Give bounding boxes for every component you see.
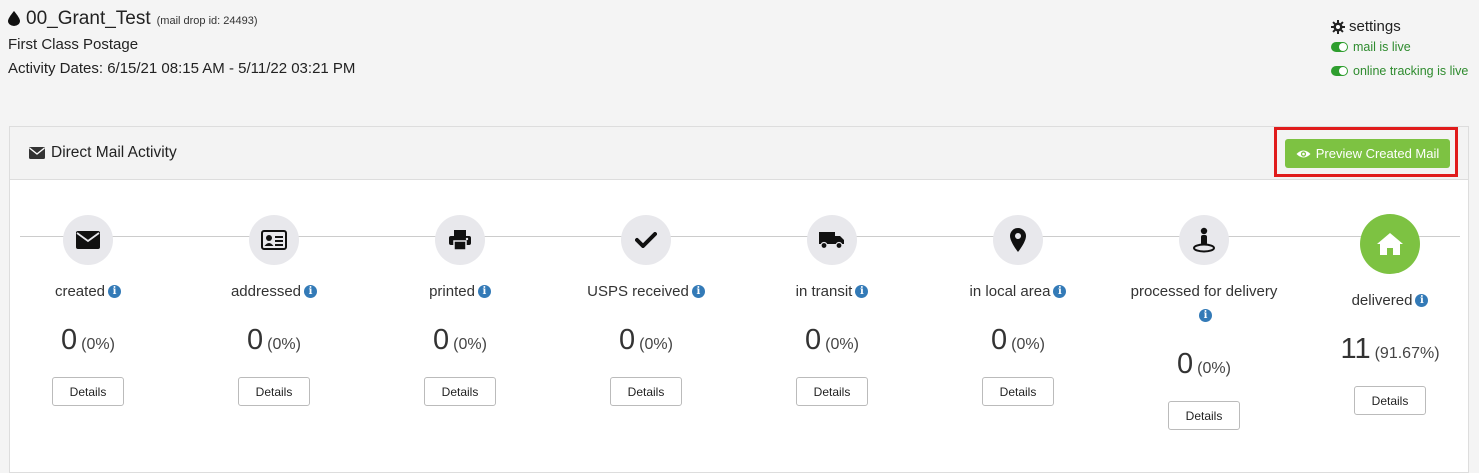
- info-icon[interactable]: i: [1053, 284, 1067, 298]
- info-icon[interactable]: i: [1199, 308, 1212, 322]
- count-value: 0: [433, 324, 450, 356]
- address-card-icon: [261, 230, 287, 250]
- settings-label: settings: [1349, 18, 1401, 35]
- step-label: in transit: [795, 283, 853, 300]
- step-icon-circle: [249, 215, 299, 265]
- step-count: 0 (0%): [925, 324, 1111, 357]
- envelope-icon: [76, 231, 100, 249]
- count-value: 0: [247, 324, 264, 356]
- toggle-on-icon: [1331, 65, 1348, 76]
- count-percent: (91.67%): [1374, 345, 1440, 362]
- details-button[interactable]: Details: [424, 377, 496, 406]
- info-icon[interactable]: i: [1415, 293, 1429, 307]
- mail-live-toggle[interactable]: mail is live: [1331, 35, 1471, 59]
- mail-drop-header: 00_Grant_Test (mail drop id: 24493) Firs…: [8, 8, 355, 77]
- settings-link[interactable]: settings: [1331, 18, 1471, 35]
- step-delivered: delivered i 11 (91.67%) Details: [1297, 214, 1479, 415]
- details-button[interactable]: Details: [238, 377, 310, 406]
- step-usps-received: USPS received i 0 (0%) Details: [553, 215, 739, 406]
- checkmark-icon: [635, 232, 657, 248]
- step-label: addressed: [230, 283, 302, 300]
- info-icon[interactable]: i: [855, 284, 869, 298]
- map-marker-icon: [1010, 228, 1026, 252]
- count-value: 11: [1340, 333, 1371, 365]
- info-icon[interactable]: i: [108, 284, 122, 298]
- panel-header: Direct Mail Activity Preview Created Mai…: [10, 127, 1468, 180]
- truck-icon: [819, 232, 844, 249]
- count-percent: (0%): [825, 336, 859, 353]
- panel-title: Direct Mail Activity: [51, 144, 177, 161]
- info-icon[interactable]: i: [477, 284, 491, 298]
- step-count: 0 (0%): [0, 324, 181, 357]
- step-count: 0 (0%): [181, 324, 367, 357]
- preview-button-label: Preview Created Mail: [1315, 146, 1440, 161]
- tracking-live-toggle[interactable]: online tracking is live: [1331, 59, 1471, 83]
- step-icon-circle: [1360, 214, 1420, 274]
- count-value: 0: [61, 324, 78, 356]
- step-addressed: addressed i 0 (0%) Details: [181, 215, 367, 406]
- step-created: created i 0 (0%) Details: [0, 215, 181, 406]
- step-count: 0 (0%): [1111, 348, 1297, 381]
- step-in-local-area: in local area i 0 (0%) Details: [925, 215, 1111, 406]
- home-icon: [1377, 233, 1403, 255]
- step-count: 0 (0%): [739, 324, 925, 357]
- count-percent: (0%): [639, 336, 673, 353]
- step-icon-circle: [993, 215, 1043, 265]
- step-label: delivered: [1351, 292, 1413, 309]
- preview-created-mail-button[interactable]: Preview Created Mail: [1285, 139, 1450, 168]
- mail-drop-title: 00_Grant_Test: [26, 8, 151, 29]
- street-view-icon: [1193, 227, 1215, 253]
- step-icon-circle: [435, 215, 485, 265]
- step-in-transit: in transit i 0 (0%) Details: [739, 215, 925, 406]
- count-percent: (0%): [81, 336, 115, 353]
- step-count: 0 (0%): [553, 324, 739, 357]
- step-icon-circle: [63, 215, 113, 265]
- step-count: 0 (0%): [367, 324, 553, 357]
- details-button[interactable]: Details: [610, 377, 682, 406]
- settings-panel: settings mail is live online tracking is…: [1331, 18, 1471, 83]
- gear-icon: [1331, 19, 1345, 34]
- count-value: 0: [805, 324, 822, 356]
- tracking-live-label: online tracking is live: [1353, 64, 1469, 78]
- count-value: 0: [1177, 348, 1194, 380]
- step-label: in local area: [969, 283, 1051, 300]
- printer-icon: [449, 230, 471, 250]
- step-count: 11 (91.67%): [1297, 333, 1479, 366]
- step-icon-circle: [1179, 215, 1229, 265]
- step-label: USPS received: [587, 283, 689, 300]
- step-label: printed: [429, 283, 475, 300]
- details-button[interactable]: Details: [796, 377, 868, 406]
- count-value: 0: [619, 324, 636, 356]
- step-label: processed for delivery: [1130, 283, 1278, 300]
- direct-mail-activity-panel: Direct Mail Activity Preview Created Mai…: [9, 126, 1469, 473]
- count-value: 0: [991, 324, 1008, 356]
- water-drop-icon: [8, 11, 20, 26]
- count-percent: (0%): [453, 336, 487, 353]
- count-percent: (0%): [267, 336, 301, 353]
- step-label: created: [54, 283, 106, 300]
- info-icon[interactable]: i: [691, 284, 705, 298]
- eye-icon: [1296, 150, 1311, 157]
- step-printed: printed i 0 (0%) Details: [367, 215, 553, 406]
- details-button[interactable]: Details: [1354, 386, 1426, 415]
- step-icon-circle: [621, 215, 671, 265]
- mail-drop-id: (mail drop id: 24493): [156, 15, 258, 27]
- toggle-on-icon: [1331, 41, 1348, 52]
- postage-type: First Class Postage: [8, 36, 139, 53]
- activity-dates: Activity Dates: 6/15/21 08:15 AM - 5/11/…: [8, 60, 356, 77]
- details-button[interactable]: Details: [1168, 401, 1240, 430]
- info-icon[interactable]: i: [304, 284, 318, 298]
- details-button[interactable]: Details: [982, 377, 1054, 406]
- envelope-icon: [29, 147, 45, 159]
- step-processed-for-delivery: processed for delivery i 0 (0%) Details: [1111, 215, 1297, 430]
- count-percent: (0%): [1197, 360, 1231, 377]
- mail-live-label: mail is live: [1353, 40, 1411, 54]
- step-icon-circle: [807, 215, 857, 265]
- count-percent: (0%): [1011, 336, 1045, 353]
- details-button[interactable]: Details: [52, 377, 124, 406]
